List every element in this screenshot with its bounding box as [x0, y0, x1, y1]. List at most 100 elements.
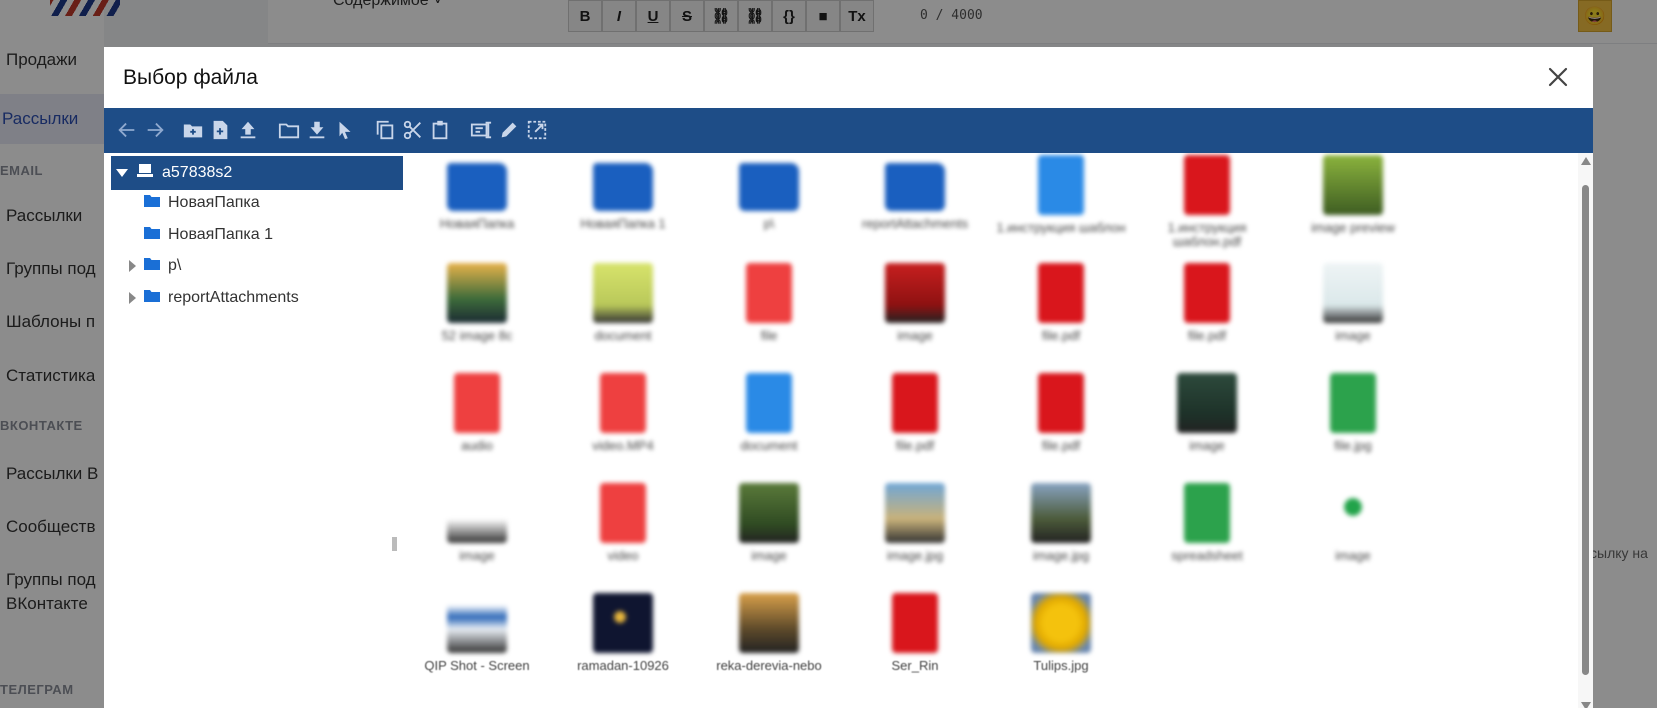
file-item[interactable]: video	[550, 483, 696, 577]
file-item[interactable]: image.jpg	[842, 483, 988, 577]
file-name: 1.инструкция шаблон.pdf	[1167, 221, 1247, 249]
pdf-icon	[1184, 263, 1230, 323]
scroll-up-icon[interactable]	[1581, 157, 1591, 165]
open-folder-icon[interactable]	[276, 117, 302, 143]
file-name: Tulips.jpg	[1033, 659, 1089, 673]
file-item[interactable]: file	[696, 263, 842, 357]
chevron-right-icon[interactable]	[129, 260, 136, 272]
scroll-down-icon[interactable]	[1581, 702, 1591, 708]
file-item[interactable]: НоваяПапка	[404, 155, 550, 245]
file-item[interactable]: reportAttachments	[842, 155, 988, 245]
file-name: p\	[763, 217, 775, 231]
image-thumbnail	[447, 593, 507, 653]
image-thumbnail	[593, 593, 653, 653]
tree-node-new-folder-1[interactable]: НоваяПапка 1	[144, 220, 273, 250]
file-manager-toolbar	[104, 108, 1593, 153]
resize-icon[interactable]	[524, 117, 550, 143]
image-thumbnail	[593, 263, 653, 323]
tree-node-p[interactable]: p\	[129, 251, 181, 281]
new-file-icon[interactable]	[207, 117, 233, 143]
back-icon[interactable]	[114, 117, 140, 143]
audio-file-icon	[454, 373, 500, 433]
file-item[interactable]: video.MP4	[550, 373, 696, 467]
file-item[interactable]: ramadan-10926	[550, 593, 696, 687]
modal-header: Выбор файла	[104, 47, 1593, 108]
file-item[interactable]: 52 image 8c	[404, 263, 550, 357]
file-item[interactable]: image	[1280, 483, 1426, 577]
image-thumbnail	[447, 263, 507, 323]
panel-resize-handle[interactable]	[392, 537, 397, 551]
folder-tree: a57838s2 НоваяПапка НоваяПапка 1 p\ repo…	[104, 153, 404, 708]
pdf-icon	[1038, 263, 1084, 323]
image-thumbnail	[447, 483, 507, 543]
spreadsheet-icon	[1184, 483, 1230, 543]
file-name: image.jpg	[1032, 549, 1090, 563]
file-item[interactable]: image	[1280, 263, 1426, 357]
file-name: audio	[461, 439, 493, 453]
file-name: QIP Shot - Screen	[424, 659, 530, 673]
file-grid-scrollbar[interactable]	[1578, 153, 1593, 708]
file-item[interactable]: image	[1134, 373, 1280, 467]
tree-node-label: reportAttachments	[168, 289, 299, 306]
folder-icon	[593, 163, 653, 211]
image-thumbnail	[1323, 263, 1383, 323]
file-item[interactable]: audio	[404, 373, 550, 467]
file-item[interactable]: reka-derevia-nebo	[696, 593, 842, 687]
folder-icon	[144, 226, 160, 244]
copy-icon[interactable]	[372, 117, 398, 143]
forward-icon[interactable]	[142, 117, 168, 143]
file-item[interactable]: image.jpg	[988, 483, 1134, 577]
file-item[interactable]: spreadsheet	[1134, 483, 1280, 577]
tree-node-new-folder[interactable]: НоваяПапка	[144, 188, 260, 218]
file-item[interactable]: image	[842, 263, 988, 357]
file-name: НоваяПапка 1	[580, 217, 666, 231]
file-item[interactable]: image	[696, 483, 842, 577]
upload-icon[interactable]	[235, 117, 261, 143]
chevron-down-icon[interactable]	[116, 169, 128, 177]
tree-node-report-attachments[interactable]: reportAttachments	[129, 283, 299, 313]
file-item[interactable]: 1.инструкция шаблон.pdf	[1134, 155, 1280, 249]
select-icon[interactable]	[332, 117, 358, 143]
image-thumbnail	[885, 483, 945, 543]
edit-icon[interactable]	[496, 117, 522, 143]
download-icon[interactable]	[304, 117, 330, 143]
cut-icon[interactable]	[400, 117, 426, 143]
image-thumbnail	[1323, 155, 1383, 215]
file-item[interactable]: Ser_Rin	[842, 593, 988, 687]
file-item[interactable]: image preview	[1280, 155, 1426, 249]
file-item[interactable]: file.pdf	[842, 373, 988, 467]
file-item[interactable]: document	[696, 373, 842, 467]
pdf-icon	[892, 593, 938, 653]
file-name: reportAttachments	[861, 217, 969, 231]
file-item[interactable]: Tulips.jpg	[988, 593, 1134, 687]
rename-icon[interactable]	[468, 117, 494, 143]
file-item[interactable]: file.pdf	[1134, 263, 1280, 357]
image-thumbnail	[1031, 483, 1091, 543]
file-item[interactable]: file.pdf	[988, 263, 1134, 357]
file-item[interactable]: p\	[696, 155, 842, 245]
file-name: image	[1189, 439, 1225, 453]
file-name: 1.инструкция шаблон	[996, 221, 1126, 235]
close-icon[interactable]	[1543, 62, 1573, 92]
scrollbar-thumb[interactable]	[1582, 185, 1589, 675]
file-name: video.MP4	[592, 439, 654, 453]
file-item[interactable]: НоваяПапка 1	[550, 155, 696, 245]
video-file-icon	[600, 373, 646, 433]
file-item[interactable]: QIP Shot - Screen	[404, 593, 550, 687]
paste-icon[interactable]	[427, 117, 453, 143]
new-folder-icon[interactable]	[180, 117, 206, 143]
modal-title: Выбор файла	[123, 66, 258, 89]
file-item[interactable]: file.jpg	[1280, 373, 1426, 467]
tree-root-node[interactable]: a57838s2	[111, 156, 403, 190]
file-item[interactable]: image	[404, 483, 550, 577]
file-item[interactable]: document	[550, 263, 696, 357]
file-item[interactable]: file.pdf	[988, 373, 1134, 467]
file-item[interactable]: 1.инструкция шаблон	[988, 155, 1134, 249]
chevron-right-icon[interactable]	[129, 292, 136, 304]
folder-icon	[144, 257, 160, 275]
file-name: spreadsheet	[1171, 549, 1243, 563]
file-name: image	[1335, 549, 1371, 563]
media-file-icon	[746, 263, 792, 323]
video-file-icon	[600, 483, 646, 543]
file-name: image	[459, 549, 495, 563]
